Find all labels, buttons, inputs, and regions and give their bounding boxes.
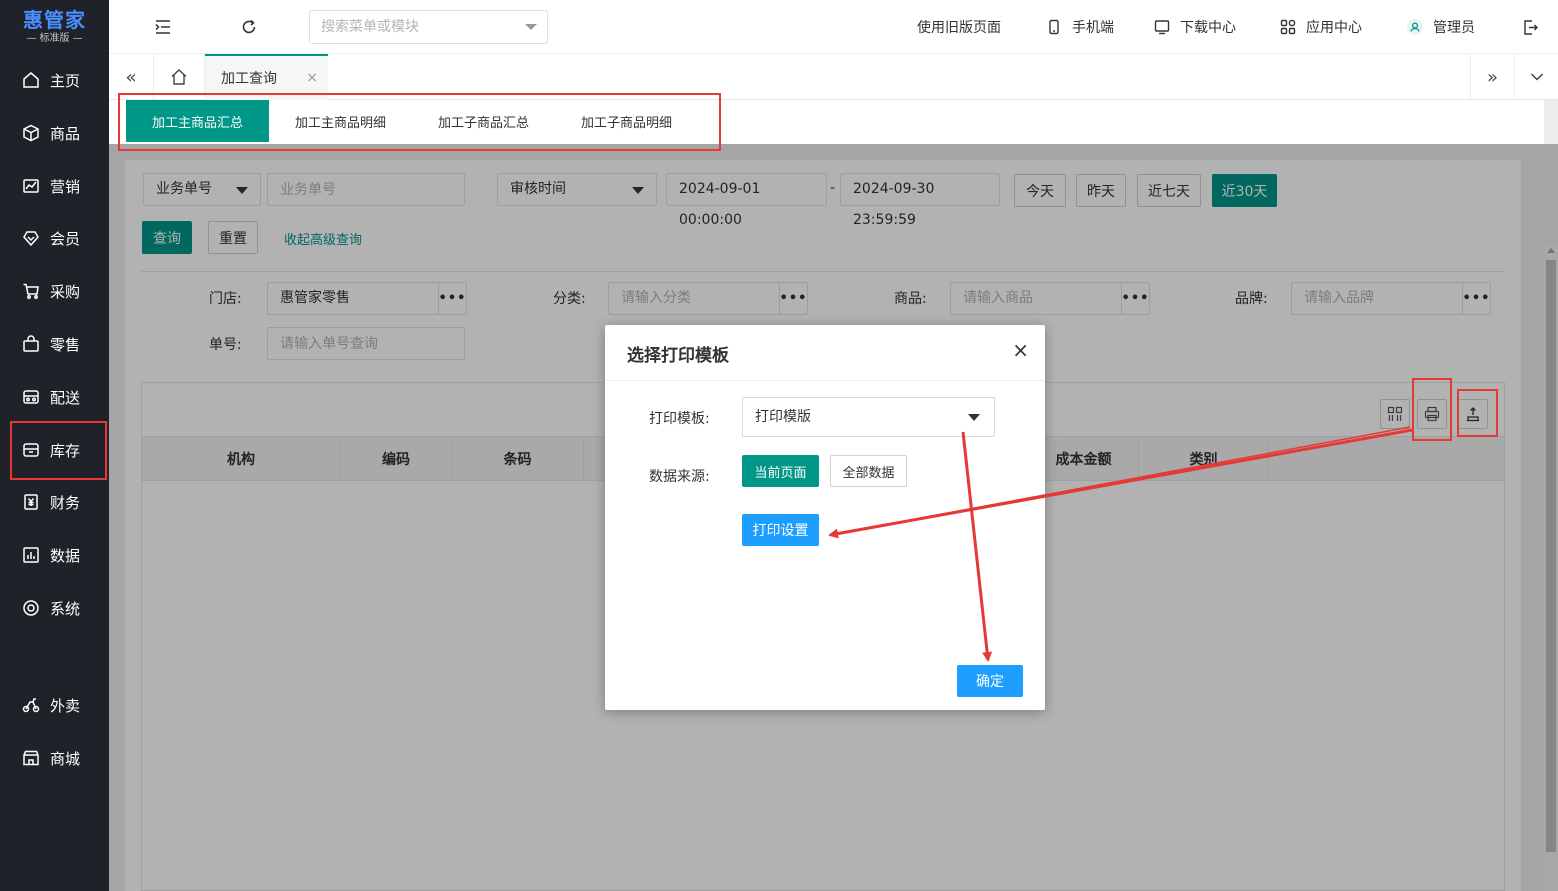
close-icon[interactable]: × (306, 70, 318, 86)
sidebar-item-label: 商城 (50, 749, 81, 768)
sidebar-item-system[interactable]: 系统 (0, 582, 109, 634)
refresh-icon[interactable] (238, 16, 260, 38)
divider (605, 380, 1045, 381)
sidebar-item-label: 外卖 (50, 696, 81, 715)
sidebar-item-label: 零售 (50, 335, 81, 354)
data-source-label: 数据来源: (649, 469, 710, 485)
app-center-link[interactable]: 应用中心 (1280, 17, 1362, 37)
confirm-button[interactable]: 确定 (957, 665, 1023, 697)
download-center-link[interactable]: 下载中心 (1154, 17, 1236, 37)
template-value: 打印模版 (755, 409, 811, 425)
brand-name: 惠管家 (23, 8, 86, 32)
bar-chart-icon (22, 546, 40, 564)
edition-label: — 标准版 — (26, 33, 83, 44)
phone-icon (1049, 19, 1059, 35)
print-template-dialog: 选择打印模板 × 打印模板: 打印模版 数据来源: 当前页面 全部数据 打印设置… (605, 325, 1045, 710)
download-center-label: 下载中心 (1180, 20, 1236, 36)
monitor-icon (1154, 20, 1170, 35)
annotation-box (1457, 389, 1498, 437)
menu-search-input[interactable] (309, 10, 548, 44)
user-name: 管理员 (1433, 20, 1475, 36)
user-menu[interactable]: 管理员 (1407, 17, 1475, 37)
yen-icon (22, 493, 40, 511)
sidebar-item-label: 商品 (50, 124, 81, 143)
user-icon (1407, 19, 1423, 35)
diamond-icon (22, 229, 40, 247)
chevron-down-icon[interactable] (1514, 54, 1558, 100)
truck-icon (22, 388, 40, 406)
store-icon (22, 749, 40, 767)
mobile-link[interactable]: 手机端 (1046, 17, 1114, 37)
sidebar-item-delivery[interactable]: 配送 (0, 371, 109, 423)
chevron-down-icon (968, 414, 980, 421)
current-page-button[interactable]: 当前页面 (742, 455, 819, 487)
sidebar-item-label: 数据 (50, 546, 81, 565)
sidebar-item-label: 营销 (50, 177, 81, 196)
sidebar-item-data[interactable]: 数据 (0, 529, 109, 581)
all-data-button[interactable]: 全部数据 (830, 455, 907, 487)
sidebar-item-label: 配送 (50, 388, 81, 407)
dialog-title: 选择打印模板 (627, 346, 729, 366)
sidebar-item-takeout[interactable]: 外卖 (0, 679, 109, 731)
sidebar-item-marketing[interactable]: 营销 (0, 160, 109, 212)
top-header: 使用旧版页面 手机端 下载中心 应用中心 管理员 (109, 0, 1558, 54)
logo: 惠管家 — 标准版 — (0, 0, 109, 54)
sidebar-item-label: 财务 (50, 493, 81, 512)
chart-icon (22, 177, 40, 195)
scroll-right-icon[interactable]: » (1470, 54, 1514, 100)
bag-icon (22, 335, 40, 353)
home-icon (171, 69, 187, 85)
sidebar-item-home[interactable]: 主页 (0, 54, 109, 106)
sidebar-item-retail[interactable]: 零售 (0, 318, 109, 370)
cart-icon (22, 282, 40, 300)
annotation-box (118, 93, 721, 151)
home-icon (22, 71, 40, 89)
menu-toggle-icon[interactable] (152, 16, 174, 38)
chevron-down-icon (525, 24, 537, 30)
sidebar-item-label: 会员 (50, 229, 81, 248)
app-center-label: 应用中心 (1306, 20, 1362, 36)
apps-icon (1280, 19, 1296, 35)
annotation-box (1412, 378, 1452, 441)
sidebar-item-members[interactable]: 会员 (0, 212, 109, 264)
template-label: 打印模板: (649, 411, 710, 427)
mobile-label: 手机端 (1072, 20, 1114, 36)
sidebar-item-label: 采购 (50, 282, 81, 301)
sidebar-item-label: 系统 (50, 599, 81, 618)
target-icon (22, 599, 40, 617)
old-version-label: 使用旧版页面 (917, 20, 1001, 36)
logout-icon[interactable] (1519, 16, 1541, 38)
sidebar-item-finance[interactable]: 财务 (0, 476, 109, 528)
annotation-box (10, 421, 107, 480)
sidebar-item-products[interactable]: 商品 (0, 107, 109, 159)
sidebar-item-purchase[interactable]: 采购 (0, 265, 109, 317)
print-settings-button[interactable]: 打印设置 (742, 514, 819, 546)
scooter-icon (22, 696, 40, 714)
close-icon[interactable]: × (1012, 339, 1029, 361)
tab-label: 加工查询 (221, 71, 277, 87)
old-version-link[interactable]: 使用旧版页面 (917, 17, 1001, 37)
template-select[interactable]: 打印模版 (742, 397, 995, 437)
cube-icon (22, 124, 40, 142)
sidebar-item-mall[interactable]: 商城 (0, 732, 109, 784)
sidebar-item-label: 主页 (50, 71, 81, 90)
